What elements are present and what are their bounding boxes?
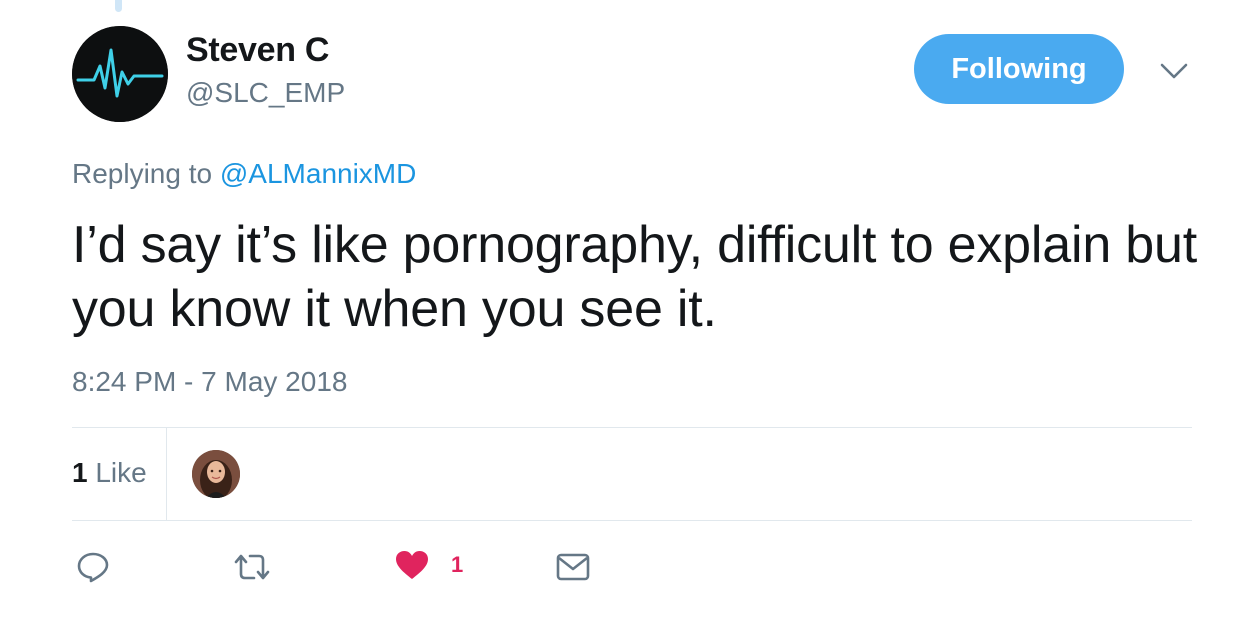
following-button[interactable]: Following (914, 34, 1124, 104)
author-display-name[interactable]: Steven C (186, 31, 329, 70)
user-photo-icon (192, 450, 240, 498)
chevron-down-icon[interactable] (1157, 56, 1191, 86)
replying-to-line: Replying to @ALMannixMD (72, 158, 416, 190)
reply-icon (77, 552, 109, 583)
like-count-number: 1 (72, 457, 88, 488)
stats-vertical-divider (166, 428, 167, 520)
like-button[interactable]: 1 (395, 550, 463, 580)
stats-top-divider (72, 427, 1192, 428)
replying-to-label: Replying to (72, 158, 213, 189)
reply-mention-link[interactable]: @ALMannixMD (220, 158, 416, 189)
envelope-icon (556, 553, 590, 581)
stats-bottom-divider (72, 520, 1192, 521)
author-handle[interactable]: @SLC_EMP (186, 77, 345, 109)
author-avatar[interactable] (72, 26, 168, 122)
retweet-icon (234, 554, 270, 580)
direct-message-button[interactable] (556, 552, 590, 582)
thread-connector-line (115, 0, 122, 12)
like-count-stat[interactable]: 1 Like (72, 457, 147, 489)
heart-icon (396, 551, 428, 579)
reply-button[interactable] (76, 550, 110, 584)
tweet-timestamp[interactable]: 8:24 PM - 7 May 2018 (72, 366, 347, 398)
like-count-label: Like (95, 457, 147, 488)
liker-avatar[interactable] (192, 450, 240, 498)
retweet-button[interactable] (232, 552, 272, 582)
tweet-text: I’d say it’s like pornography, difficult… (72, 216, 1197, 338)
like-action-count: 1 (451, 552, 464, 577)
heartbeat-monitor-icon (72, 26, 168, 122)
